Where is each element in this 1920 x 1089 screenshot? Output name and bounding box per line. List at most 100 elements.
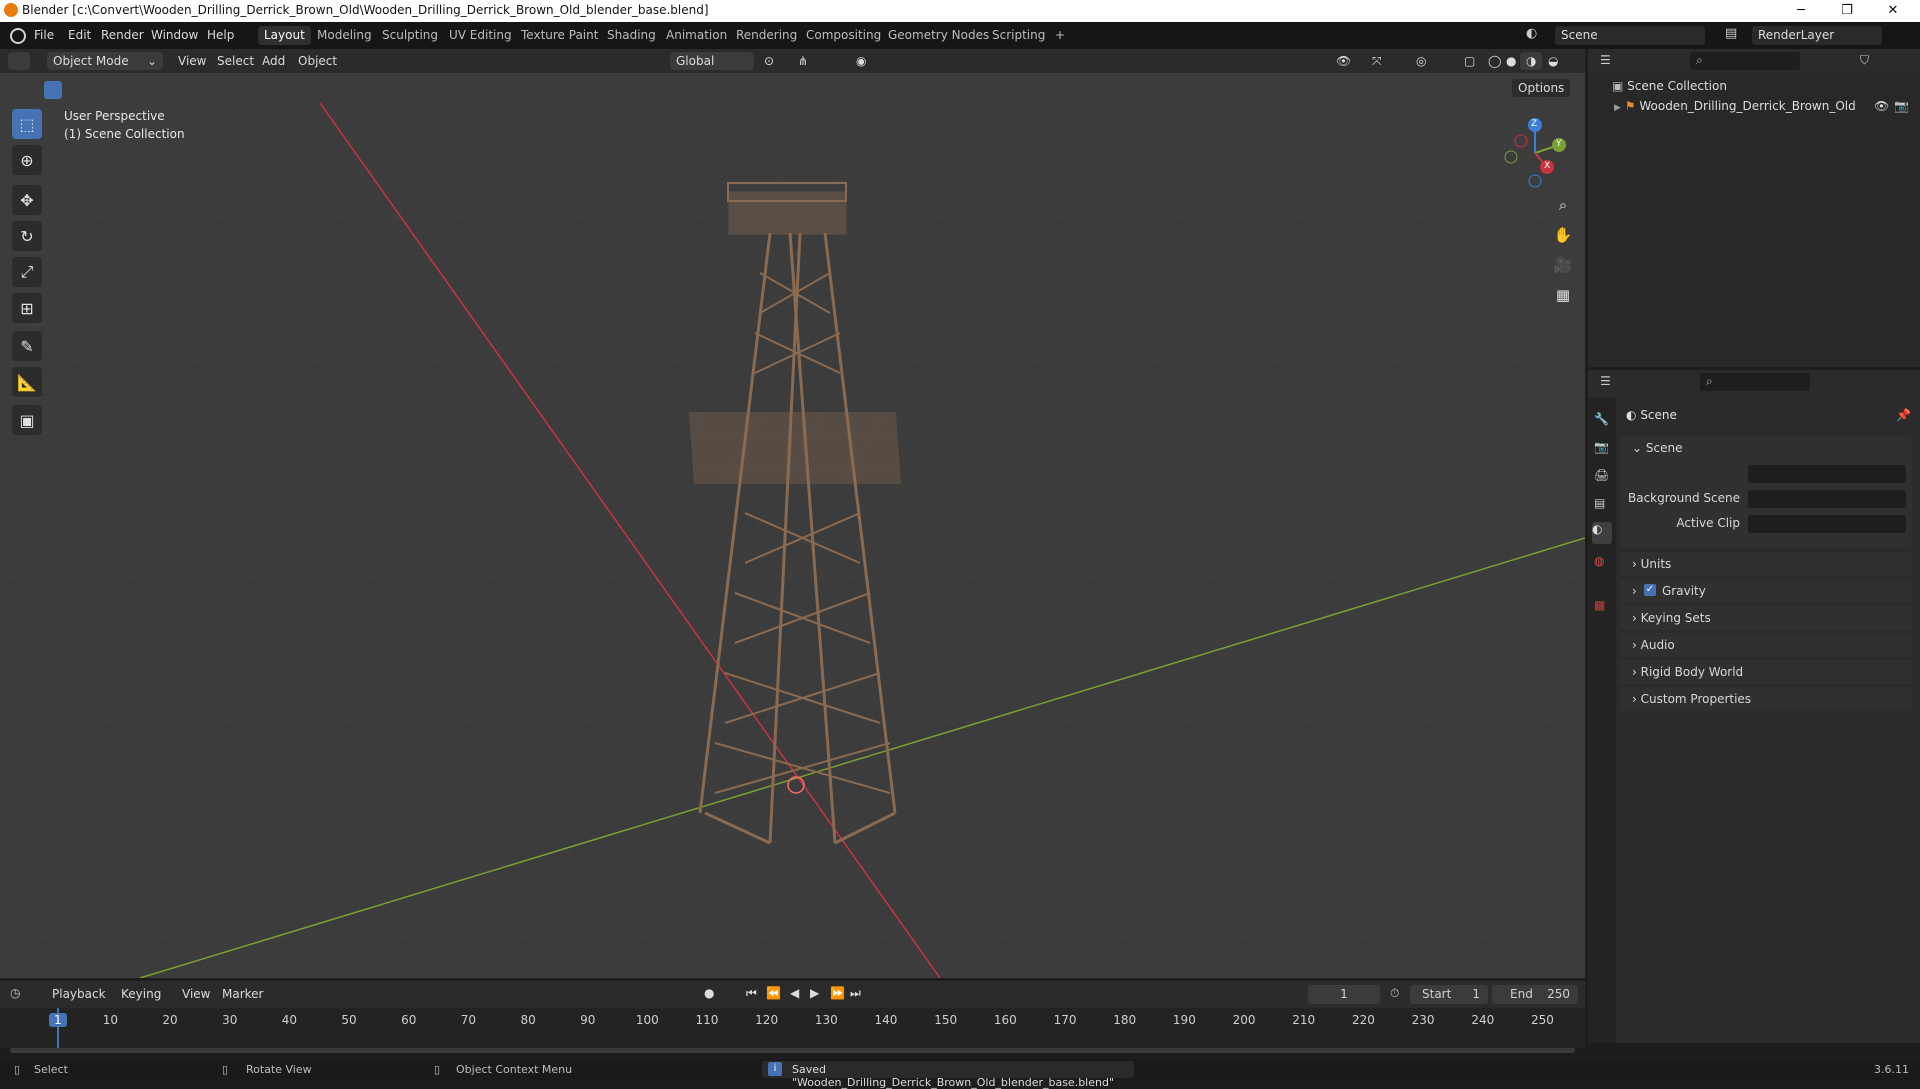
- measure-tool-icon[interactable]: 📐: [12, 367, 42, 397]
- texture-tab-icon[interactable]: ▩: [1594, 598, 1605, 612]
- pan-hand-icon[interactable]: ✋: [1551, 223, 1575, 247]
- output-tab-icon[interactable]: 🖨: [1594, 468, 1609, 482]
- mode-dropdown[interactable]: Object Mode ⌄: [47, 52, 163, 70]
- 3d-viewport[interactable]: User Perspective (1) Scene Collection ⬚ …: [0, 73, 1585, 978]
- visibility-icon[interactable]: 👁: [1330, 52, 1357, 70]
- transform-tool-icon[interactable]: ⊞: [12, 293, 42, 323]
- menu-playback[interactable]: Playback: [46, 985, 112, 1003]
- tab-sculpting[interactable]: Sculpting: [376, 26, 444, 45]
- tab-texture-paint[interactable]: Texture Paint: [515, 26, 604, 45]
- select-box-tool-icon[interactable]: ⬚: [12, 109, 42, 139]
- units-panel[interactable]: › Units: [1620, 552, 1912, 576]
- eye-icon[interactable]: 👁: [1874, 99, 1889, 113]
- move-tool-icon[interactable]: ✥: [12, 185, 42, 215]
- tab-layout[interactable]: Layout: [258, 26, 311, 45]
- snap-icon[interactable]: ⋔: [792, 52, 814, 70]
- properties-search-input[interactable]: ⌕: [1700, 373, 1810, 391]
- keying-sets-panel[interactable]: › Keying Sets: [1620, 606, 1912, 630]
- menu-keying[interactable]: Keying: [115, 985, 167, 1003]
- outliner-item-derrick[interactable]: ▶ ⚑ Wooden_Drilling_Derrick_Brown_Old 👁 …: [1614, 99, 1914, 113]
- prev-keyframe-icon[interactable]: ⏪: [766, 986, 781, 1000]
- material-shading-icon[interactable]: ◑: [1520, 52, 1543, 70]
- menu-timeline-view[interactable]: View: [176, 985, 216, 1003]
- tab-rendering[interactable]: Rendering: [730, 26, 803, 45]
- add-cube-tool-icon[interactable]: ▣: [12, 405, 42, 435]
- menu-object[interactable]: Object: [292, 52, 343, 70]
- tab-uv-editing[interactable]: UV Editing: [443, 26, 518, 45]
- scene-tab-icon[interactable]: ◐: [1592, 522, 1612, 544]
- rigid-body-world-panel[interactable]: › Rigid Body World: [1620, 660, 1912, 684]
- camera-view-icon[interactable]: 🎥: [1551, 253, 1575, 277]
- stopwatch-icon[interactable]: ⏱: [1390, 986, 1399, 1001]
- tab-shading[interactable]: Shading: [601, 26, 662, 45]
- background-scene-field[interactable]: [1748, 490, 1906, 508]
- audio-panel[interactable]: › Audio: [1620, 633, 1912, 657]
- minimize-button[interactable]: ─: [1778, 0, 1824, 22]
- filter-icon[interactable]: ⛉: [1860, 53, 1869, 68]
- camera-render-icon[interactable]: 📷: [1894, 99, 1909, 113]
- timeline-body[interactable]: [0, 1008, 1585, 1053]
- select-invert-icon[interactable]: [104, 81, 122, 99]
- tab-modeling[interactable]: Modeling: [311, 26, 378, 45]
- perspective-toggle-icon[interactable]: ▦: [1551, 283, 1575, 307]
- display-mode-icon[interactable]: ☰: [1600, 53, 1620, 69]
- record-icon[interactable]: ●: [704, 986, 714, 1000]
- select-extend-icon[interactable]: [64, 81, 82, 99]
- tab-animation[interactable]: Animation: [660, 26, 733, 45]
- camera-field[interactable]: [1748, 465, 1906, 483]
- rotate-tool-icon[interactable]: ↻: [12, 221, 42, 251]
- menu-view[interactable]: View: [172, 52, 212, 70]
- menu-select[interactable]: Select: [211, 52, 260, 70]
- jump-end-icon[interactable]: ⏭: [850, 986, 861, 1001]
- scale-tool-icon[interactable]: ⤢: [12, 257, 42, 287]
- render-layer-field[interactable]: RenderLayer: [1752, 26, 1882, 45]
- menu-help[interactable]: Help: [207, 28, 234, 42]
- orientation-dropdown[interactable]: Global: [670, 52, 754, 70]
- menu-file[interactable]: File: [34, 28, 54, 42]
- play-icon[interactable]: ▶: [810, 986, 819, 1000]
- gravity-checkbox[interactable]: ✓: [1644, 584, 1656, 596]
- pin-icon[interactable]: 📌: [1896, 408, 1911, 422]
- add-workspace-button[interactable]: +: [1049, 26, 1071, 45]
- xray-icon[interactable]: ▢: [1458, 52, 1481, 70]
- properties-editor-type-icon[interactable]: ☰: [1600, 374, 1611, 388]
- world-tab-icon[interactable]: ◍: [1594, 554, 1604, 568]
- gravity-panel[interactable]: › ✓ Gravity: [1620, 579, 1912, 603]
- annotate-tool-icon[interactable]: ✎: [12, 331, 42, 361]
- next-keyframe-icon[interactable]: ⏩: [830, 986, 845, 1000]
- blender-menu-icon[interactable]: [10, 28, 26, 44]
- select-subtract-icon[interactable]: [84, 81, 102, 99]
- start-frame-field[interactable]: Start 1: [1410, 985, 1488, 1004]
- timeline-editor-type-icon[interactable]: ◷: [10, 986, 20, 1000]
- options-dropdown[interactable]: Options: [1512, 79, 1571, 97]
- tab-geometry-nodes[interactable]: Geometry Nodes: [882, 26, 995, 45]
- proportional-edit-icon[interactable]: ◉: [850, 52, 872, 70]
- scene-collection-row[interactable]: ▣ Scene Collection: [1612, 79, 1727, 93]
- view-layer-icon[interactable]: ▤: [1725, 26, 1745, 45]
- play-reverse-icon[interactable]: ◀: [790, 986, 799, 1000]
- select-intersect-icon[interactable]: [124, 81, 142, 99]
- active-clip-field[interactable]: [1748, 515, 1906, 533]
- menu-window[interactable]: Window: [151, 28, 198, 42]
- maximize-button[interactable]: ❐: [1824, 0, 1870, 22]
- tab-compositing[interactable]: Compositing: [800, 26, 887, 45]
- tool-tab-icon[interactable]: 🔧: [1594, 412, 1609, 426]
- scene-panel-header[interactable]: ⌄ Scene: [1632, 441, 1682, 455]
- custom-properties-panel[interactable]: › Custom Properties: [1620, 687, 1912, 711]
- overlay-icon[interactable]: ◎: [1410, 52, 1432, 70]
- menu-edit[interactable]: Edit: [68, 28, 91, 42]
- scene-field[interactable]: Scene: [1555, 26, 1705, 45]
- editor-type-icon[interactable]: [8, 52, 30, 70]
- menu-add[interactable]: Add: [256, 52, 291, 70]
- rendered-shading-icon[interactable]: ◒: [1542, 52, 1564, 70]
- outliner-search-input[interactable]: ⌕: [1690, 52, 1800, 70]
- pivot-icon[interactable]: ⊙: [758, 52, 780, 70]
- view-layer-tab-icon[interactable]: ▤: [1594, 496, 1605, 510]
- gizmo-icon[interactable]: ⤧: [1366, 52, 1388, 70]
- menu-marker[interactable]: Marker: [216, 985, 269, 1003]
- current-frame-field[interactable]: 1: [1308, 985, 1380, 1004]
- end-frame-field[interactable]: End 250: [1492, 985, 1578, 1004]
- jump-start-icon[interactable]: ⏮: [746, 986, 757, 1001]
- menu-render[interactable]: Render: [101, 28, 144, 42]
- cursor-tool-icon[interactable]: ⊕: [12, 145, 42, 175]
